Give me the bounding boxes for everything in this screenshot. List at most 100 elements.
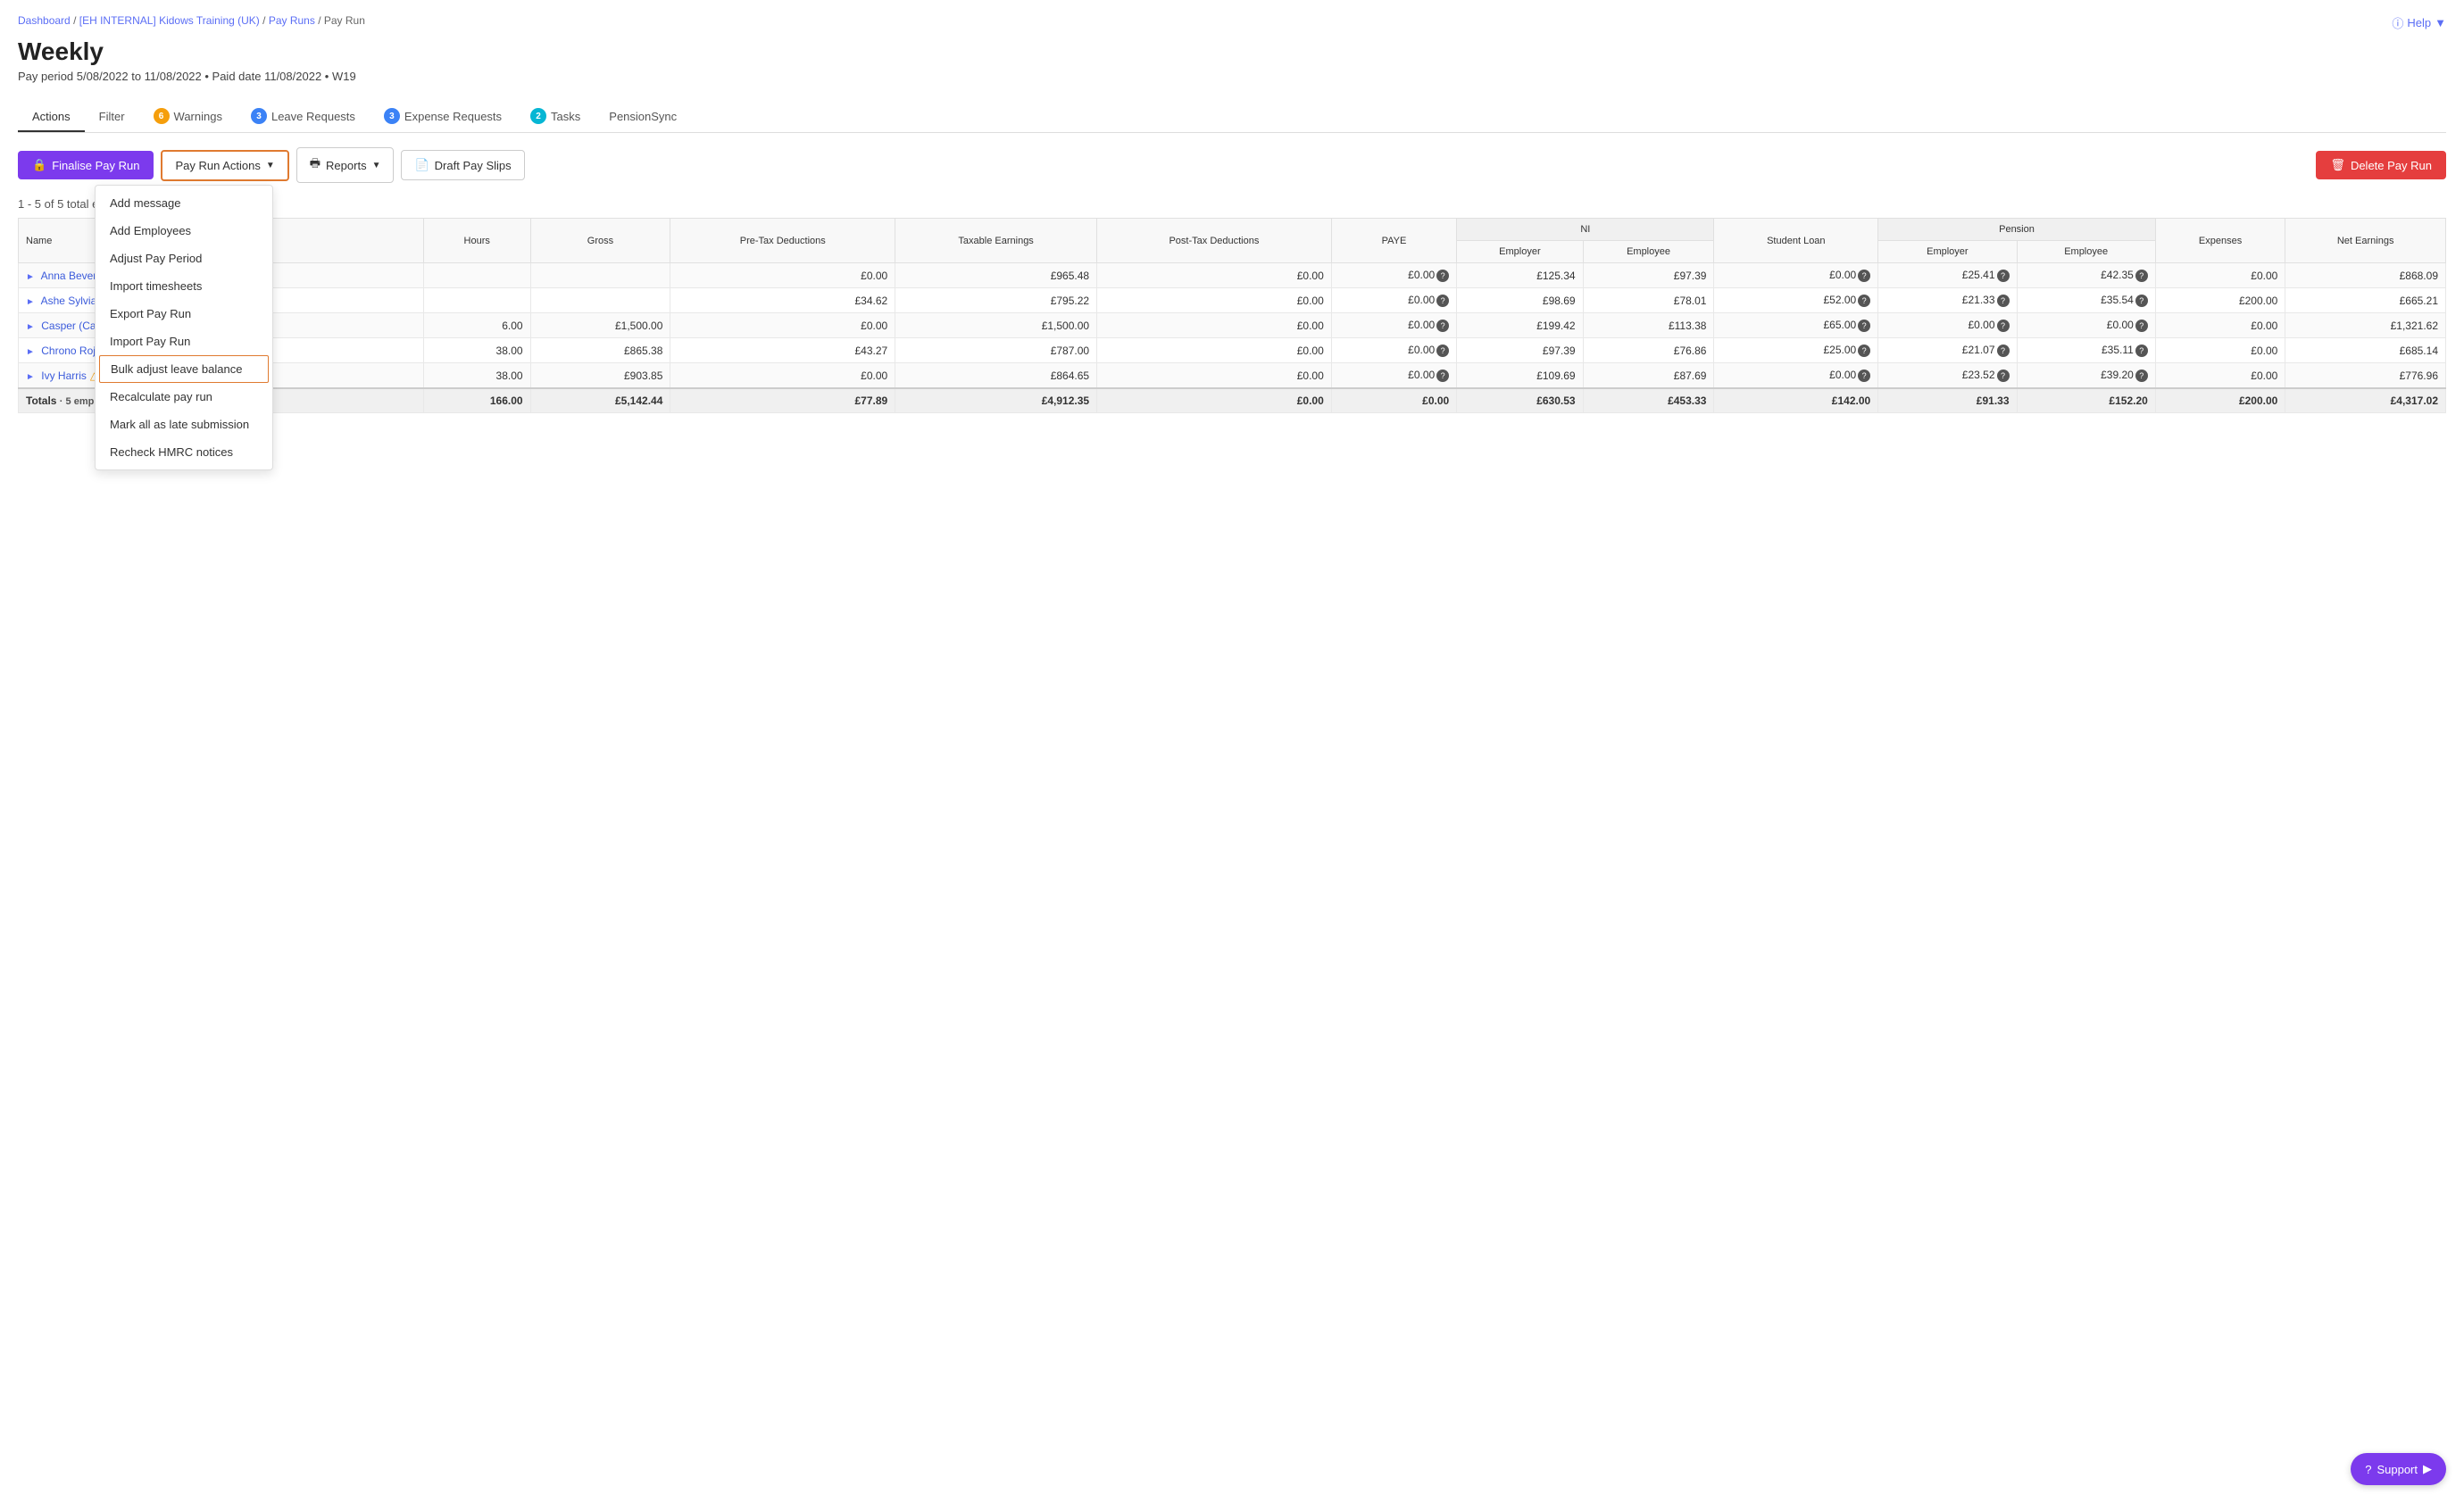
cell-ni-employee: £76.86	[1583, 338, 1714, 363]
th-student-loan: Student Loan	[1714, 219, 1878, 263]
info-icon[interactable]: ?	[2135, 370, 2148, 382]
th-pre-tax: Pre-Tax Deductions	[670, 219, 895, 263]
cell-pension-employee: £0.00?	[2017, 313, 2155, 338]
cell-hours	[423, 263, 530, 288]
th-net-earnings: Net Earnings	[2285, 219, 2446, 263]
cell-ni-employee: £113.38	[1583, 313, 1714, 338]
draft-pay-slips-button[interactable]: 📄 Draft Pay Slips	[401, 150, 524, 180]
breadcrumb-pay-runs[interactable]: Pay Runs	[269, 14, 315, 27]
delete-pay-run-button[interactable]: 🗑 Delete Pay Run	[2316, 151, 2446, 179]
th-ni-employer: Employer	[1457, 241, 1583, 263]
cell-paye: £0.00?	[1331, 363, 1456, 389]
info-icon[interactable]: ?	[2135, 320, 2148, 332]
dropdown-item-add-employees[interactable]: Add Employees	[96, 217, 272, 245]
row-expand-icon[interactable]: ►	[26, 272, 35, 282]
cell-gross	[530, 288, 670, 313]
dropdown-item-import-pay-run[interactable]: Import Pay Run	[96, 328, 272, 355]
th-ni-group: NI	[1457, 219, 1714, 241]
cell-pre-tax: £0.00	[670, 363, 895, 389]
info-icon[interactable]: ?	[1436, 270, 1449, 282]
dropdown-item-recalculate[interactable]: Recalculate pay run	[96, 383, 272, 411]
info-icon[interactable]: ?	[1436, 320, 1449, 332]
breadcrumb-dashboard[interactable]: Dashboard	[18, 14, 71, 27]
tab-tasks[interactable]: 2 Tasks	[516, 101, 595, 133]
tab-warnings[interactable]: 6 Warnings	[139, 101, 237, 133]
info-icon[interactable]: ?	[2135, 345, 2148, 357]
info-icon[interactable]: ?	[2135, 295, 2148, 307]
totals-ni-employee: £453.33	[1583, 388, 1714, 413]
cell-student-loan: £65.00?	[1714, 313, 1878, 338]
info-icon[interactable]: ?	[1997, 295, 2010, 307]
cell-hours	[423, 288, 530, 313]
info-icon[interactable]: ?	[1997, 320, 2010, 332]
finalise-pay-run-button[interactable]: 🔒 Finalise Pay Run	[18, 151, 154, 179]
cell-post-tax: £0.00	[1097, 363, 1332, 389]
cell-expenses: £200.00	[2155, 288, 2285, 313]
dropdown-item-export-pay-run[interactable]: Export Pay Run	[96, 300, 272, 328]
help-link[interactable]: ⓘ Help ▼	[2392, 14, 2446, 31]
dropdown-item-mark-late[interactable]: Mark all as late submission	[96, 411, 272, 438]
help-icon: ⓘ	[2392, 14, 2403, 31]
th-pension-employer: Employer	[1878, 241, 2017, 263]
cell-ni-employer: £199.42	[1457, 313, 1583, 338]
info-icon[interactable]: ?	[1997, 270, 2010, 282]
cell-pension-employer: £0.00?	[1878, 313, 2017, 338]
cell-pension-employee: £35.54?	[2017, 288, 2155, 313]
info-icon[interactable]: ?	[1858, 320, 1870, 332]
table-row: ► Ivy Harris△ ☰ ✎ 38.00 £903.85 £0.00 £8…	[19, 363, 2446, 389]
pay-run-actions-button[interactable]: Pay Run Actions ▼	[161, 150, 288, 181]
support-button[interactable]: ? Support ▶	[2351, 1453, 2446, 1485]
cell-post-tax: £0.00	[1097, 288, 1332, 313]
tab-expense-requests[interactable]: 3 Expense Requests	[370, 101, 516, 133]
info-icon[interactable]: ?	[1436, 295, 1449, 307]
help-chevron-icon: ▼	[2435, 16, 2446, 29]
cell-net-earnings: £1,321.62	[2285, 313, 2446, 338]
totals-expenses: £200.00	[2155, 388, 2285, 413]
dropdown-item-recheck-hmrc[interactable]: Recheck HMRC notices	[96, 438, 272, 466]
info-icon[interactable]: ?	[1858, 270, 1870, 282]
totals-gross: £5,142.44	[530, 388, 670, 413]
tab-pension-sync[interactable]: PensionSync	[595, 103, 691, 132]
info-icon[interactable]: ?	[1997, 345, 2010, 357]
cell-net-earnings: £776.96	[2285, 363, 2446, 389]
info-icon[interactable]: ?	[1858, 370, 1870, 382]
th-gross: Gross	[530, 219, 670, 263]
tab-filter[interactable]: Filter	[85, 103, 139, 132]
th-ni-employee: Employee	[1583, 241, 1714, 263]
breadcrumb-company[interactable]: [EH INTERNAL] Kidows Training (UK)	[79, 14, 260, 27]
info-icon[interactable]: ?	[1858, 345, 1870, 357]
row-expand-icon[interactable]: ►	[26, 347, 35, 357]
cell-expenses: £0.00	[2155, 263, 2285, 288]
info-icon[interactable]: ?	[1436, 345, 1449, 357]
totals-pension-employee: £152.20	[2017, 388, 2155, 413]
support-icon: ?	[2365, 1463, 2371, 1476]
info-icon[interactable]: ?	[1997, 370, 2010, 382]
cell-pre-tax: £43.27	[670, 338, 895, 363]
tab-actions[interactable]: Actions	[18, 103, 85, 132]
table-row: ► Ashe Sylvian△ ☰ ✎ £34.62 £795.22 £0.00…	[19, 288, 2446, 313]
dropdown-item-bulk-adjust-leave[interactable]: Bulk adjust leave balance	[99, 355, 269, 383]
row-expand-icon[interactable]: ►	[26, 372, 35, 382]
cell-pension-employer: £23.52?	[1878, 363, 2017, 389]
row-expand-icon[interactable]: ►	[26, 297, 35, 307]
draft-icon: 📄	[414, 158, 429, 172]
cell-post-tax: £0.00	[1097, 263, 1332, 288]
cell-pension-employee: £39.20?	[2017, 363, 2155, 389]
info-icon[interactable]: ?	[2135, 270, 2148, 282]
th-taxable-earnings: Taxable Earnings	[895, 219, 1097, 263]
cell-paye: £0.00?	[1331, 313, 1456, 338]
employees-table: Name Hours Gross Pre-Tax Deductions Taxa…	[18, 218, 2446, 413]
th-pension-group: Pension	[1878, 219, 2156, 241]
row-expand-icon[interactable]: ►	[26, 322, 35, 332]
info-icon[interactable]: ?	[1436, 370, 1449, 382]
dropdown-item-adjust-pay-period[interactable]: Adjust Pay Period	[96, 245, 272, 272]
cell-ni-employee: £87.69	[1583, 363, 1714, 389]
reports-button[interactable]: 🖶 Reports ▼	[296, 147, 395, 183]
dropdown-item-add-message[interactable]: Add message	[96, 189, 272, 217]
pay-run-actions-dropdown: Add message Add Employees Adjust Pay Per…	[95, 185, 273, 470]
dropdown-item-import-timesheets[interactable]: Import timesheets	[96, 272, 272, 300]
tab-leave-requests[interactable]: 3 Leave Requests	[237, 101, 370, 133]
info-icon[interactable]: ?	[1858, 295, 1870, 307]
cell-ni-employer: £97.39	[1457, 338, 1583, 363]
cell-paye: £0.00?	[1331, 288, 1456, 313]
